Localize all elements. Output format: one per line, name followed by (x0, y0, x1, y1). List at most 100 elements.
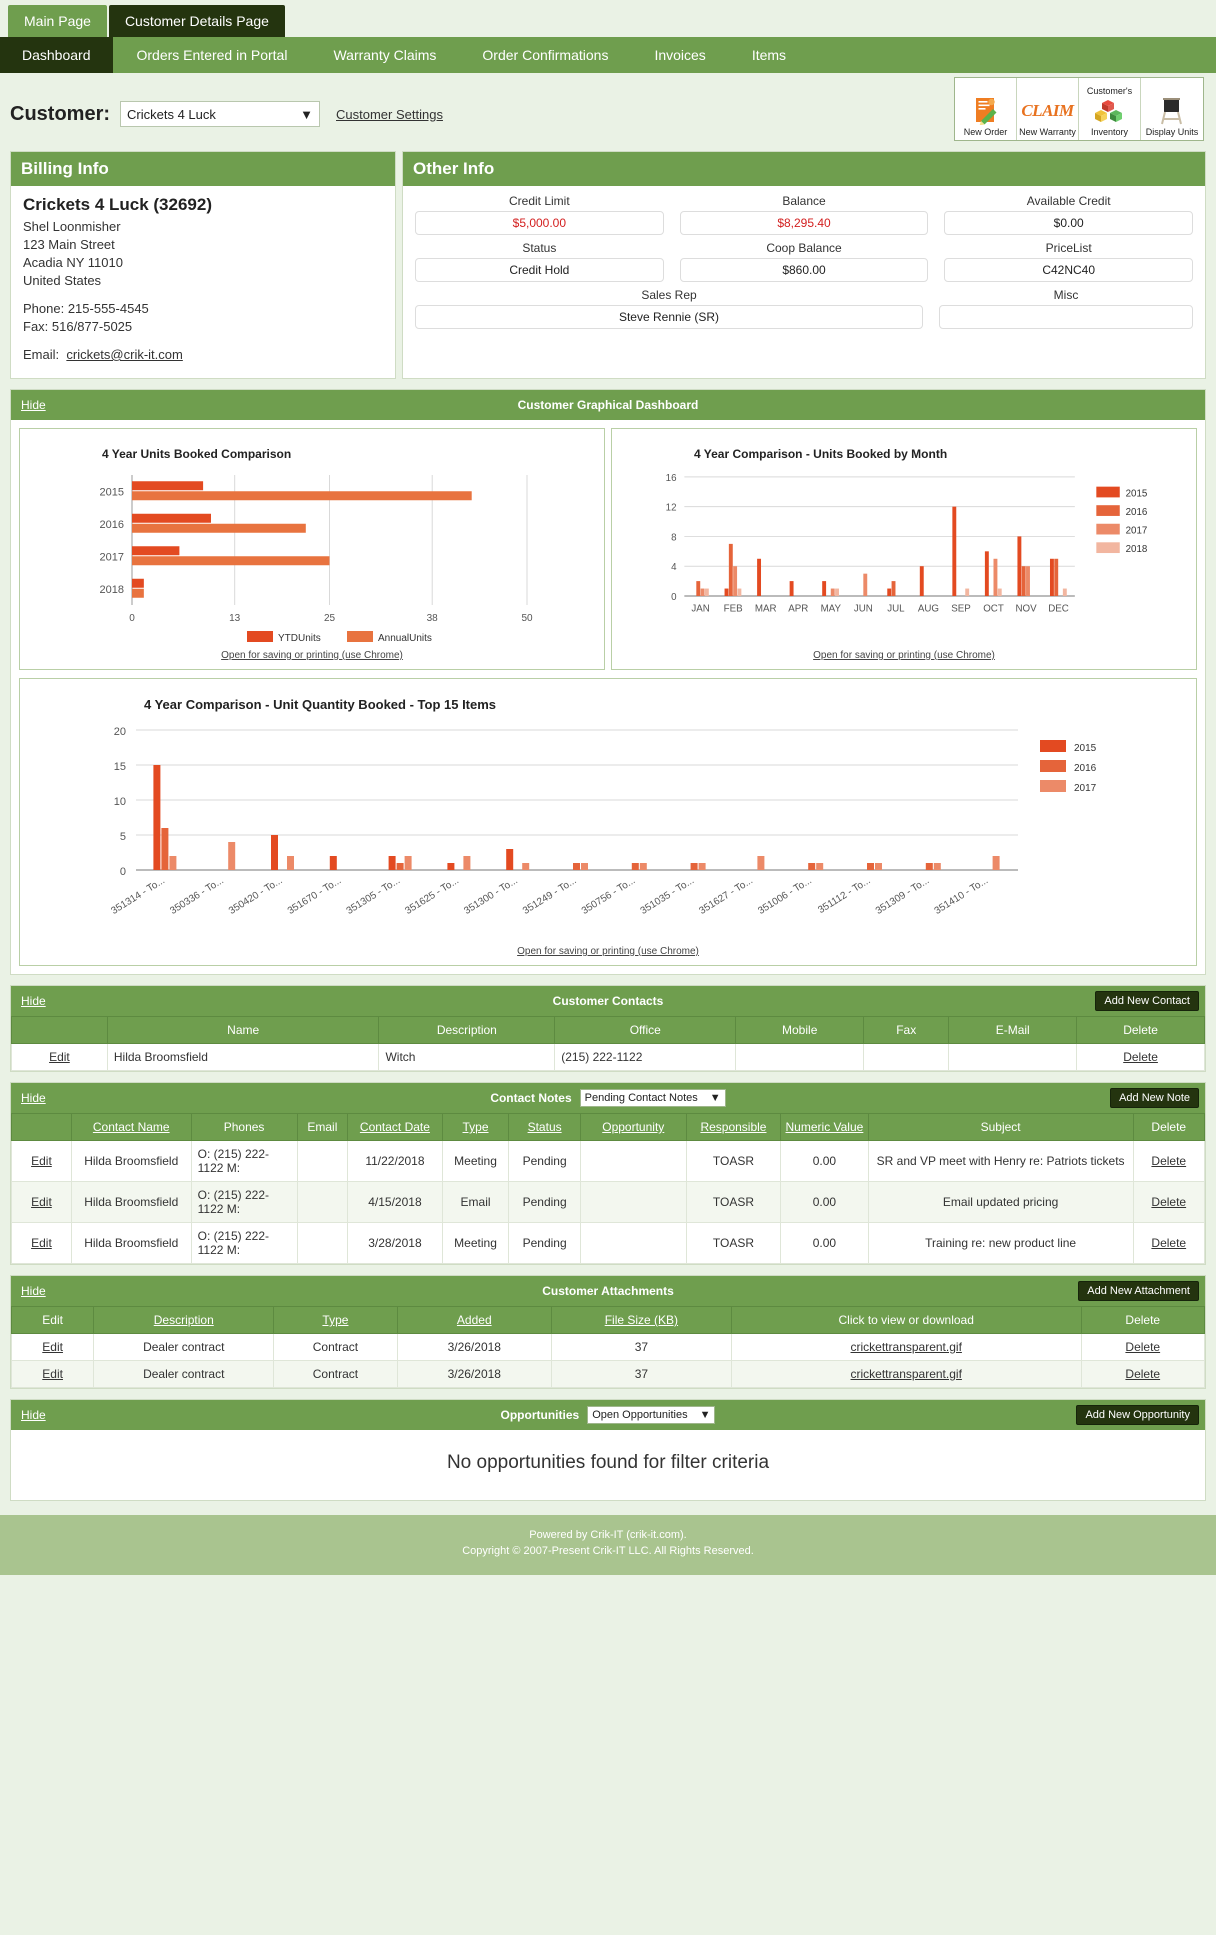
contacts-col-delete: Delete (1076, 1016, 1205, 1044)
page-tab-customer-details[interactable]: Customer Details Page (108, 5, 285, 37)
opportunities-empty-message: No opportunities found for filter criter… (446, 1452, 770, 1473)
dashboard-header: Hide Customer Graphical Dashboard (11, 390, 1205, 420)
note-delete-link[interactable]: Delete (1151, 1236, 1186, 1250)
table-row: Edit Dealer contract Contract 3/26/2018 … (10, 1360, 1206, 1388)
new-order-button[interactable]: New Order (955, 78, 1017, 140)
svg-text:25: 25 (324, 613, 336, 624)
add-new-attachment-button[interactable]: Add New Attachment (1078, 1281, 1199, 1301)
attachment-size: 37 (550, 1360, 732, 1388)
attachment-edit-link[interactable]: Edit (42, 1367, 63, 1381)
svg-text:50: 50 (521, 613, 533, 624)
attachments-table: Edit Description Type Added File Size (K… (10, 1306, 1206, 1388)
tab-orders-entered-in-portal[interactable]: Orders Entered in Portal (114, 37, 310, 73)
notes-col-numeric-value[interactable]: Numeric Value (780, 1113, 869, 1141)
attachment-delete-link[interactable]: Delete (1125, 1367, 1160, 1381)
svg-text:350756 - To...: 350756 - To... (580, 875, 638, 917)
page-tab-main[interactable]: Main Page (8, 5, 107, 37)
attachments-hide-link[interactable]: Hide (21, 1284, 46, 1298)
billing-email-link[interactable]: crickets@crik-it.com (66, 347, 182, 362)
new-warranty-button[interactable]: CLAIM New Warranty (1017, 78, 1079, 140)
tab-invoices[interactable]: Invoices (632, 37, 728, 73)
tab-dashboard[interactable]: Dashboard (0, 37, 113, 73)
chart3-open-link[interactable]: Open for saving or printing (use Chrome) (24, 946, 1192, 957)
svg-text:351627 - To...: 351627 - To... (697, 875, 755, 917)
svg-text:0: 0 (671, 592, 677, 603)
svg-text:2018: 2018 (100, 584, 124, 596)
svg-text:APR: APR (788, 604, 808, 615)
tab-order-confirmations[interactable]: Order Confirmations (460, 37, 631, 73)
notes-col-responsible[interactable]: Responsible (685, 1113, 782, 1141)
note-edit-link[interactable]: Edit (31, 1195, 52, 1209)
contact-office: (215) 222-1122 (554, 1043, 737, 1071)
svg-text:351670 - To...: 351670 - To... (286, 875, 344, 917)
notes-header-row: Contact Name Phones Email Contact Date T… (11, 1113, 1206, 1141)
notes-col-type[interactable]: Type (441, 1113, 510, 1141)
att-col-file-size[interactable]: File Size (KB) (550, 1306, 732, 1334)
att-col-description[interactable]: Description (93, 1306, 275, 1334)
opportunities-filter-select[interactable]: Open Opportunities ▼ (587, 1406, 716, 1424)
add-new-contact-button[interactable]: Add New Contact (1095, 991, 1199, 1011)
display-units-button[interactable]: Display Units (1141, 78, 1203, 140)
note-numeric-value: 0.00 (780, 1222, 869, 1264)
contacts-hide-link[interactable]: Hide (21, 994, 46, 1008)
chart3-canvas: 0 5 10 15 20 351314 - To... 350336 - To... 3504… (109, 726, 1096, 917)
add-new-note-button[interactable]: Add New Note (1110, 1088, 1199, 1108)
graphical-dashboard-section: Hide Customer Graphical Dashboard 4 Year… (10, 389, 1206, 975)
att-col-added[interactable]: Added (396, 1306, 552, 1334)
tab-warranty-claims[interactable]: Warranty Claims (311, 37, 459, 73)
add-new-opportunity-button[interactable]: Add New Opportunity (1076, 1405, 1199, 1425)
notes-filter-select[interactable]: Pending Contact Notes ▼ (579, 1089, 726, 1107)
notes-hide-link[interactable]: Hide (21, 1091, 46, 1105)
sales-rep-field: Sales Rep Steve Rennie (SR) (415, 288, 923, 329)
chart2-open-link[interactable]: Open for saving or printing (use Chrome) (616, 650, 1192, 661)
attachment-file-link[interactable]: crickettransparent.gif (851, 1340, 962, 1354)
att-col-type[interactable]: Type (273, 1306, 398, 1334)
notes-col-subject: Subject (867, 1113, 1134, 1141)
pricelist-label: PriceList (1045, 241, 1092, 255)
note-delete-link[interactable]: Delete (1151, 1195, 1186, 1209)
chart1-canvas: 0 13 25 38 50 2015 2016 2017 2018 YTDUnits AnnualU… (100, 475, 533, 642)
opportunities-hide-link[interactable]: Hide (21, 1408, 46, 1422)
customer-inventory-button[interactable]: Customer's Inventory (1079, 78, 1141, 140)
customer-attachments-section: Hide Customer Attachments Add New Attach… (10, 1275, 1206, 1389)
svg-text:351035 - To...: 351035 - To... (639, 875, 697, 917)
contact-delete-link[interactable]: Delete (1123, 1050, 1158, 1064)
note-phones: O: (215) 222-1122 M: (190, 1140, 298, 1182)
attachment-edit-link[interactable]: Edit (42, 1340, 63, 1354)
contact-name: Hilda Broomsfield (106, 1043, 380, 1071)
note-contact-date: 4/15/2018 (347, 1181, 443, 1223)
svg-text:351625 - To...: 351625 - To... (403, 875, 461, 917)
note-delete-link[interactable]: Delete (1151, 1154, 1186, 1168)
attachment-delete-link[interactable]: Delete (1125, 1340, 1160, 1354)
att-col-download: Click to view or download (730, 1306, 1082, 1334)
attachment-file-link[interactable]: crickettransparent.gif (851, 1367, 962, 1381)
svg-text:351305 - To...: 351305 - To... (345, 875, 403, 917)
notes-col-opportunity[interactable]: Opportunity (579, 1113, 687, 1141)
notes-col-contact-name[interactable]: Contact Name (70, 1113, 192, 1141)
note-contact-date: 3/28/2018 (347, 1222, 443, 1264)
svg-text:AnnualUnits: AnnualUnits (378, 633, 432, 642)
available-credit-label: Available Credit (1026, 194, 1111, 208)
chart1-open-link[interactable]: Open for saving or printing (use Chrome) (24, 650, 600, 661)
contact-edit-link[interactable]: Edit (49, 1050, 70, 1064)
tab-items[interactable]: Items (729, 37, 809, 73)
note-edit-link[interactable]: Edit (31, 1154, 52, 1168)
svg-text:2017: 2017 (1126, 526, 1148, 537)
customer-settings-link[interactable]: Customer Settings (336, 107, 443, 122)
note-subject: Training re: new product line (867, 1222, 1134, 1264)
display-units-label: Display Units (1145, 127, 1199, 137)
chevron-down-icon: ▼ (300, 106, 314, 122)
svg-text:2016: 2016 (1126, 507, 1148, 518)
svg-text:MAY: MAY (821, 604, 842, 615)
table-row: Edit Hilda Broomsfield Witch (215) 222-1… (11, 1043, 1205, 1071)
note-edit-link[interactable]: Edit (31, 1236, 52, 1250)
credit-limit-value: $5,000.00 (415, 211, 664, 235)
svg-text:2016: 2016 (100, 519, 124, 531)
misc-field: Misc (939, 288, 1193, 329)
charts-container: 4 Year Units Booked Comparison 0 13 25 38 50… (11, 420, 1205, 974)
dashboard-hide-link[interactable]: Hide (21, 398, 46, 412)
customer-select[interactable]: Crickets 4 Luck ▼ (120, 101, 321, 127)
notes-col-status[interactable]: Status (508, 1113, 581, 1141)
status-field: Status Credit Hold (415, 241, 664, 282)
notes-col-contact-date[interactable]: Contact Date (347, 1113, 443, 1141)
